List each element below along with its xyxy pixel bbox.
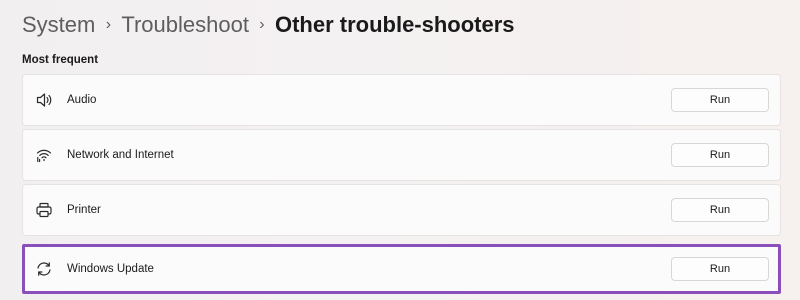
run-printer-button[interactable]: Run [671, 198, 769, 222]
troubleshooter-label: Printer [67, 204, 101, 216]
troubleshooter-label: Network and Internet [67, 149, 174, 161]
troubleshooter-label: Audio [67, 94, 97, 106]
troubleshooter-row-windows-update: Windows Update Run [22, 244, 781, 294]
page-title: Other trouble-shooters [274, 12, 515, 37]
run-network-button[interactable]: Run [671, 143, 769, 167]
network-icon [35, 146, 53, 164]
chevron-right-icon: › [259, 16, 265, 33]
run-windows-update-button[interactable]: Run [671, 257, 769, 281]
sync-icon [35, 260, 53, 278]
printer-icon [35, 201, 53, 219]
troubleshooter-row-network: Network and Internet Run [22, 129, 781, 181]
troubleshooter-list: Audio Run Network and Internet Run Print… [22, 74, 781, 297]
troubleshooter-row-printer: Printer Run [22, 184, 781, 236]
troubleshooter-label: Windows Update [67, 263, 154, 275]
speaker-icon [35, 91, 53, 109]
chevron-right-icon: › [105, 16, 112, 33]
section-title: Most frequent [22, 54, 99, 66]
breadcrumb-troubleshoot[interactable]: Troubleshoot [121, 12, 249, 38]
breadcrumb: System › Troubleshoot › Other trouble-sh… [22, 8, 515, 42]
breadcrumb-system[interactable]: System [22, 12, 95, 38]
troubleshooter-row-audio: Audio Run [22, 74, 781, 126]
run-audio-button[interactable]: Run [671, 88, 769, 112]
